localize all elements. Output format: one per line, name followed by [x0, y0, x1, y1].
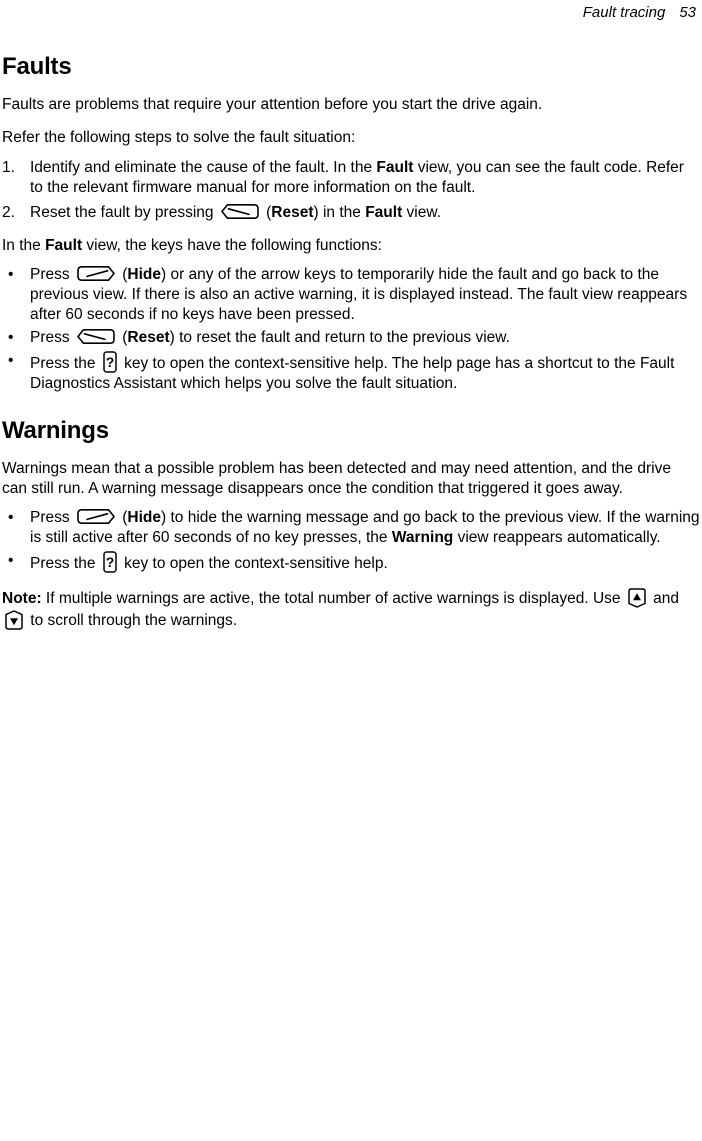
step-text-part: ) in the	[313, 204, 366, 221]
softkey-hide-icon	[76, 265, 116, 282]
svg-text:?: ?	[106, 354, 115, 370]
warnings-bullet-list: • Press (Hide) to hide the warning messag…	[2, 508, 700, 574]
bullet-text-part: Press	[30, 509, 74, 526]
help-question-key-icon: ?	[103, 551, 117, 573]
bullet-emphasis: Reset	[127, 329, 170, 346]
help-question-key-icon: ?	[103, 351, 117, 373]
warnings-intro-paragraph: Warnings mean that a possible problem ha…	[2, 460, 671, 497]
bullet-text-part: (	[117, 266, 128, 283]
step-text-part: Reset the fault by pressing	[30, 204, 218, 221]
lead-in-part: view, the keys have the following functi…	[82, 237, 382, 254]
bullet-text-part: view reappears automatically.	[453, 529, 661, 546]
bullet-text-part: (	[117, 329, 128, 346]
bullet-text-part: Press	[30, 266, 74, 283]
faults-keys-bullet-list: • Press (Hide) or any of the arrow keys t…	[2, 265, 700, 394]
bullet-text-part: (	[117, 509, 128, 526]
bullet-glyph: •	[8, 352, 14, 369]
arrow-down-key-icon	[5, 610, 23, 630]
note-label: Note:	[2, 590, 42, 607]
note-text-part: to scroll through the warnings.	[26, 612, 238, 629]
list-marker: 2.	[2, 204, 15, 221]
bullet-emphasis: Warning	[391, 529, 454, 546]
step-emphasis: Fault	[365, 204, 403, 221]
list-item: 1. Identify and eliminate the cause of th…	[2, 158, 700, 198]
warnings-note: Note: If multiple warnings are active, t…	[2, 588, 700, 632]
list-item: 2. Reset the fault by pressing (Reset) in…	[2, 203, 700, 223]
faults-keys-lead-in: In the Fault view, the keys have the fol…	[2, 236, 700, 256]
bullet-text-part: ) to reset the fault and return to the p…	[169, 329, 510, 346]
svg-text:?: ?	[106, 554, 115, 570]
bullet-emphasis: Hide	[127, 509, 161, 526]
step-text-part: (	[261, 204, 272, 221]
document-page: Fault tracing 53 Faults Faults are probl…	[0, 0, 702, 1141]
bullet-text-part: key to open the context-sensitive help.	[119, 555, 388, 572]
bullet-emphasis: Hide	[127, 266, 161, 283]
bullet-glyph: •	[8, 266, 14, 283]
bullet-glyph: •	[8, 552, 14, 569]
bullet-text-part: Press the	[30, 555, 100, 572]
faults-steps-lead-in: Refer the following steps to solve the f…	[2, 129, 356, 146]
page-content: Faults Faults are problems that require …	[2, 52, 700, 648]
softkey-reset-icon	[220, 203, 260, 220]
bullet-glyph: •	[8, 329, 14, 346]
step-text-part: view.	[402, 204, 442, 221]
faults-steps-list: 1. Identify and eliminate the cause of th…	[2, 158, 700, 223]
bullet-glyph: •	[8, 509, 14, 526]
softkey-reset-icon	[76, 328, 116, 345]
list-item: • Press the ? key to open the context-sen…	[2, 551, 700, 574]
section-heading-faults: Faults	[2, 53, 72, 80]
section-heading-warnings: Warnings	[2, 417, 109, 444]
page-header: Fault tracing 53	[0, 0, 696, 26]
softkey-hide-icon	[76, 508, 116, 525]
lead-in-emphasis: Fault	[45, 237, 83, 254]
arrow-up-key-icon	[628, 588, 646, 608]
faults-intro-paragraph: Faults are problems that require your at…	[2, 96, 543, 113]
note-text-part: and	[648, 590, 680, 607]
list-item: • Press (Reset) to reset the fault and re…	[2, 328, 700, 348]
list-item: • Press the ? key to open the context-sen…	[2, 351, 700, 394]
step-text-part: Identify and eliminate the cause of the …	[30, 159, 377, 176]
header-chapter-title: Fault tracing	[582, 4, 666, 21]
list-item: • Press (Hide) or any of the arrow keys t…	[2, 265, 700, 325]
lead-in-part: In the	[2, 237, 46, 254]
list-marker: 1.	[2, 159, 15, 176]
note-text-part: If multiple warnings are active, the tot…	[41, 590, 625, 607]
list-item: • Press (Hide) to hide the warning messag…	[2, 508, 700, 548]
step-emphasis: Fault	[376, 159, 414, 176]
bullet-text-part: key to open the context-sensitive help. …	[30, 355, 675, 392]
page-number: 53	[679, 4, 696, 21]
bullet-text-part: Press	[30, 329, 74, 346]
bullet-text-part: Press the	[30, 355, 100, 372]
step-emphasis: Reset	[271, 204, 314, 221]
